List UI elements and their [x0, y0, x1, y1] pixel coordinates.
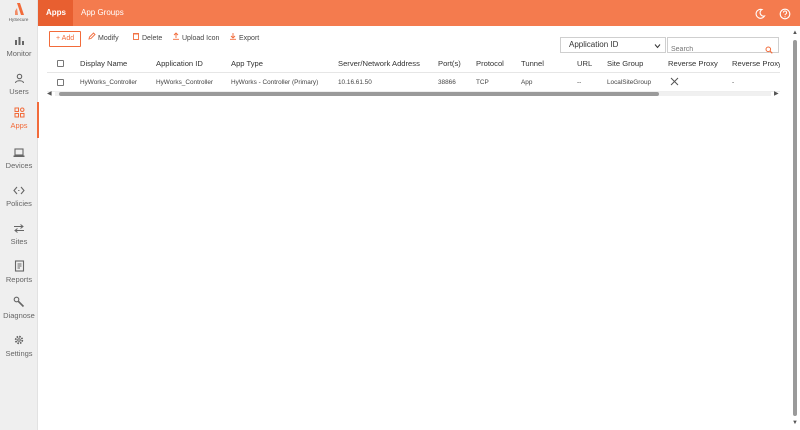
sidebar-item-settings[interactable]: Settings	[0, 330, 38, 366]
column-header[interactable]: Display Name	[80, 59, 127, 68]
cell-site-group: LocalSiteGroup	[607, 79, 652, 86]
cell-url: --	[577, 79, 582, 86]
sidebar-item-label: Settings	[5, 349, 33, 358]
cell-server-address: 10.16.61.50	[338, 79, 372, 86]
filter-select-value: Application ID	[569, 40, 619, 49]
column-header[interactable]: Server/Network Address	[338, 59, 420, 68]
column-header[interactable]: Protocol	[476, 59, 504, 68]
cell-protocol: TCP	[476, 79, 489, 86]
column-header[interactable]: Reverse Proxy I	[732, 59, 780, 68]
column-header[interactable]: Site Group	[607, 59, 643, 68]
sidebar-item-label: Apps	[10, 121, 28, 130]
sidebar-item-label: Devices	[5, 161, 33, 170]
sidebar-item-label: Policies	[6, 199, 32, 208]
scroll-down-icon[interactable]: ▼	[792, 420, 798, 426]
delete-label: Delete	[142, 35, 163, 42]
search-input[interactable]	[668, 42, 758, 57]
tab-apps[interactable]: Apps	[38, 0, 73, 26]
column-header[interactable]: URL	[577, 59, 592, 68]
column-header[interactable]: App Type	[231, 59, 263, 68]
swap-arrows-icon	[13, 222, 25, 234]
scroll-right-icon[interactable]: ▶	[774, 91, 779, 97]
sidebar: HySecure Monitor Users Apps Devices Poli…	[0, 0, 39, 430]
vertical-scrollbar[interactable]: ▲ ▼	[790, 30, 800, 426]
sidebar-item-label: Monitor	[6, 49, 32, 58]
delete-button[interactable]: Delete	[132, 31, 162, 47]
logo[interactable]: HySecure	[0, 0, 37, 26]
moon-icon[interactable]	[754, 7, 766, 19]
cell-ports: 38866	[438, 79, 456, 86]
sidebar-item-label: Users	[9, 87, 29, 96]
export-button[interactable]: Export	[229, 31, 259, 47]
tab-app-groups[interactable]: App Groups	[73, 0, 132, 26]
logo-text: HySecure	[8, 17, 29, 22]
app-window: HySecure Monitor Users Apps Devices Poli…	[0, 0, 800, 430]
apps-grid-icon	[13, 106, 25, 118]
scroll-up-icon[interactable]: ▲	[792, 30, 798, 36]
cell-app-type: HyWorks - Controller (Primary)	[231, 79, 319, 86]
filter-select[interactable]: Application ID	[560, 37, 666, 53]
sidebar-item-sites[interactable]: Sites	[0, 218, 38, 254]
modify-button[interactable]: Modify	[88, 31, 119, 47]
upload-label: Upload Icon	[182, 35, 220, 42]
user-icon	[13, 72, 25, 84]
sidebar-item-reports[interactable]: Reports	[0, 256, 38, 292]
sidebar-item-label: Sites	[10, 237, 28, 246]
select-all-checkbox[interactable]	[57, 60, 64, 67]
column-header[interactable]: Tunnel	[521, 59, 544, 68]
report-icon	[13, 260, 25, 272]
scroll-left-icon[interactable]: ◀	[47, 91, 52, 97]
cell-tunnel: App	[521, 79, 533, 86]
upload-icon	[172, 31, 180, 47]
table-header: Display Name Application ID App Type Ser…	[47, 56, 780, 73]
horizontal-scrollbar[interactable]: ◀ ▶	[47, 91, 780, 97]
column-header[interactable]: Application ID	[156, 59, 203, 68]
sidebar-item-diagnose[interactable]: Diagnose	[0, 292, 38, 328]
sidebar-item-label: Diagnose	[3, 311, 35, 320]
sidebar-item-label: Reports	[5, 275, 33, 284]
modify-label: Modify	[98, 35, 119, 42]
scroll-thumb[interactable]	[59, 92, 659, 96]
download-icon	[229, 31, 237, 47]
scroll-thumb[interactable]	[793, 40, 797, 416]
search-box	[667, 37, 779, 57]
help-icon[interactable]	[779, 7, 791, 20]
add-button[interactable]: + Add	[49, 31, 82, 47]
bar-chart-icon	[13, 34, 25, 46]
export-label: Export	[239, 35, 260, 42]
cell-display-name: HyWorks_Controller	[80, 79, 138, 86]
sidebar-item-monitor[interactable]: Monitor	[0, 30, 38, 66]
sidebar-item-users[interactable]: Users	[0, 68, 38, 104]
column-header[interactable]: Port(s)	[438, 59, 461, 68]
cell-reverse-proxy-i: -	[732, 79, 735, 86]
cell-application-id: HyWorks_Controller	[156, 79, 214, 86]
cross-icon	[670, 77, 679, 88]
sidebar-item-devices[interactable]: Devices	[0, 142, 38, 178]
row-checkbox[interactable]	[57, 79, 64, 86]
hysecure-logo-icon	[14, 3, 24, 15]
laptop-icon	[13, 146, 25, 158]
top-bar: Apps App Groups	[38, 0, 800, 26]
chevron-down-icon	[654, 42, 661, 51]
sidebar-item-policies[interactable]: Policies	[0, 180, 38, 216]
gear-icon	[13, 334, 25, 346]
table-row[interactable]: HyWorks_Controller HyWorks_Controller Hy…	[47, 74, 780, 92]
code-brackets-icon	[13, 184, 25, 196]
pencil-icon	[88, 31, 96, 47]
sidebar-item-apps[interactable]: Apps	[0, 102, 39, 138]
tools-icon	[13, 296, 25, 308]
trash-icon	[132, 31, 140, 47]
upload-icon-button[interactable]: Upload Icon	[172, 31, 219, 47]
column-header[interactable]: Reverse Proxy	[668, 59, 718, 68]
